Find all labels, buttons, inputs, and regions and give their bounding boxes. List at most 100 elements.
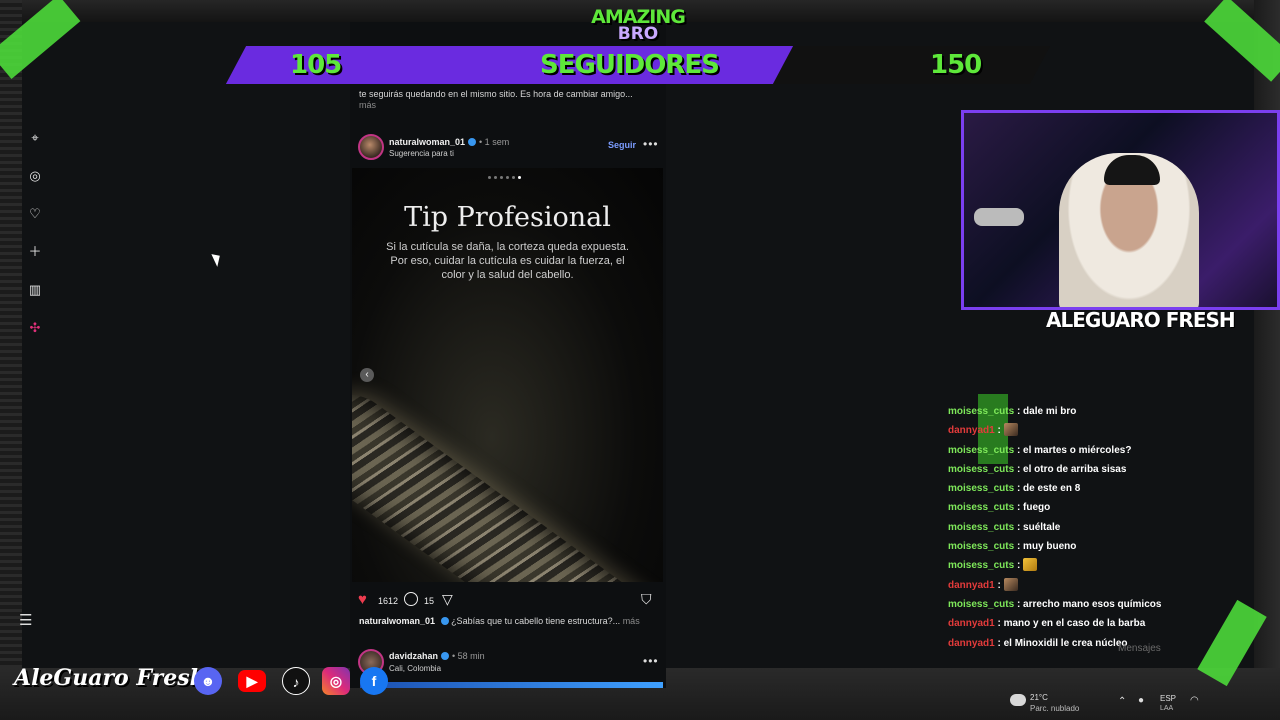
- image-title: Tip Profesional: [404, 202, 611, 233]
- verified-icon: [440, 617, 449, 625]
- goal-label: SEGUIDORES: [540, 50, 720, 80]
- menu-icon[interactable]: ☰: [19, 611, 32, 629]
- save-icon[interactable]: ⛉: [641, 591, 652, 608]
- next-post-header: davidzahan • 58 min Cali, Colombia •••: [358, 649, 658, 675]
- carousel-prev-button[interactable]: ‹: [360, 368, 374, 382]
- comment-count: 15: [424, 596, 435, 606]
- chat-username[interactable]: moisess_cuts: [948, 522, 1014, 533]
- post-options-icon[interactable]: •••: [643, 137, 659, 151]
- chat-username[interactable]: moisess_cuts: [948, 406, 1014, 417]
- overlay-brand-subtitle: BRO: [617, 24, 659, 44]
- chat-input-placeholder[interactable]: Mensajes: [1118, 643, 1161, 654]
- chat-username[interactable]: dannyad1: [948, 580, 995, 591]
- wifi-icon[interactable]: ◠: [1190, 695, 1199, 706]
- chat-text: : el martes o miércoles?: [1016, 444, 1132, 456]
- chat-message: dannyad1 : el Minoxidil le crea núcleo: [948, 634, 1248, 653]
- social-links: AleGuaro Fresh ☻ ▶ ♪ ◎ f: [0, 655, 400, 705]
- chat-text: : suéltale: [1016, 521, 1061, 533]
- caption-username[interactable]: naturalwoman_01: [359, 616, 435, 626]
- chat-text: : muy bueno: [1016, 541, 1077, 553]
- chat-text: : dale mi bro: [1016, 406, 1077, 417]
- weather-temperature[interactable]: 21°C: [1030, 693, 1048, 702]
- carousel-indicator: [488, 176, 521, 179]
- carousel-dot: [500, 176, 503, 179]
- caption-more-link[interactable]: más: [623, 616, 640, 626]
- like-count: 1612: [378, 596, 399, 606]
- chat-username[interactable]: moisess_cuts: [948, 464, 1014, 475]
- chat-message: moisess_cuts : suéltale: [948, 518, 1248, 537]
- chat-username[interactable]: dannyad1: [948, 638, 995, 649]
- cloud-icon[interactable]: [1010, 694, 1026, 706]
- threads-icon[interactable]: ✣: [27, 320, 43, 336]
- goal-target-count: 150: [930, 50, 982, 80]
- microphone-icon[interactable]: ●: [1138, 695, 1144, 706]
- microphone: [974, 208, 1024, 226]
- chat-username[interactable]: moisess_cuts: [948, 502, 1014, 513]
- carousel-dot: [518, 176, 521, 179]
- carousel-dot: [512, 176, 515, 179]
- share-icon[interactable]: ▽: [442, 592, 453, 606]
- post-image[interactable]: Tip Profesional Si la cutícula se daña, …: [352, 168, 663, 582]
- instagram-feed: te seguirás quedando en el mismo sitio. …: [350, 22, 666, 688]
- social-brand-name: AleGuaro Fresh: [14, 665, 206, 691]
- stream-scene: ⌖ ◎ ♡ ＋ ▥ ✣ ☰ te seguirás quedando en el…: [0, 0, 1280, 720]
- suggestion-label: Sugerencia para ti: [389, 149, 454, 158]
- chat-message: moisess_cuts : muy bueno: [948, 537, 1248, 556]
- previous-post-more-link[interactable]: más: [359, 100, 376, 110]
- chat-text: :: [997, 425, 1001, 437]
- avatar[interactable]: [358, 134, 384, 160]
- chat-username[interactable]: dannyad1: [948, 425, 995, 436]
- create-icon[interactable]: ＋: [27, 244, 43, 260]
- post-caption: naturalwoman_01 ¿Sabías que tu cabello t…: [359, 616, 640, 626]
- next-post-username[interactable]: davidzahan • 58 min: [389, 651, 485, 661]
- chat-username[interactable]: moisess_cuts: [948, 599, 1014, 610]
- chat-message: dannyad1 : mano y en el caso de la barba: [948, 614, 1248, 633]
- chat-username[interactable]: moisess_cuts: [948, 445, 1014, 456]
- discord-icon: ☻: [194, 667, 222, 695]
- compass-icon[interactable]: ◎: [27, 168, 43, 184]
- chat-username[interactable]: moisess_cuts: [948, 560, 1014, 571]
- input-language[interactable]: ESP: [1160, 694, 1176, 703]
- input-language-variant[interactable]: LAA: [1160, 705, 1173, 712]
- carousel-dot: [494, 176, 497, 179]
- carousel-dot: [506, 176, 509, 179]
- heart-notification-icon[interactable]: ♡: [27, 206, 43, 222]
- carousel-dot: [488, 176, 491, 179]
- mouse-cursor-icon: [211, 251, 224, 267]
- follow-button[interactable]: Seguir: [608, 140, 636, 150]
- chat-message: moisess_cuts : el otro de arriba sisas: [948, 460, 1248, 479]
- chat-username[interactable]: dannyad1: [948, 618, 995, 629]
- verified-icon: [441, 652, 450, 660]
- post-options-icon[interactable]: •••: [643, 654, 659, 668]
- chat-emote-icon: [1003, 423, 1018, 437]
- dashboard-icon[interactable]: ▥: [27, 282, 43, 298]
- instagram-nav-rail: ⌖ ◎ ♡ ＋ ▥ ✣: [22, 130, 48, 336]
- weather-condition[interactable]: Parc. nublado: [1030, 704, 1079, 713]
- youtube-icon: ▶: [238, 670, 266, 692]
- post-header: naturalwoman_01 • 1 sem Sugerencia para t…: [358, 132, 658, 162]
- chat-message: dannyad1 :: [948, 421, 1248, 440]
- chat-username[interactable]: moisess_cuts: [948, 541, 1014, 552]
- chat-message: moisess_cuts : de este en 8: [948, 479, 1248, 498]
- chevron-up-icon[interactable]: ⌃: [1118, 696, 1126, 707]
- chat-text: : de este en 8: [1016, 483, 1081, 495]
- comment-icon[interactable]: [404, 592, 418, 606]
- chat-text: :: [997, 579, 1001, 591]
- chat-username[interactable]: moisess_cuts: [948, 483, 1014, 494]
- chat-message: moisess_cuts : fuego: [948, 498, 1248, 517]
- hair-strand-illustration: [352, 376, 663, 582]
- chat-text: : fuego: [1016, 502, 1051, 514]
- post-username[interactable]: naturalwoman_01 • 1 sem: [389, 137, 509, 147]
- chat-text: : el otro de arriba sisas: [1016, 463, 1127, 475]
- instagram-icon: ◎: [322, 667, 350, 695]
- verified-icon: [468, 138, 477, 146]
- chat-emote-icon: [1023, 558, 1038, 572]
- bookmark-icon[interactable]: ⌖: [27, 130, 43, 146]
- facebook-icon: f: [360, 667, 388, 695]
- like-icon[interactable]: ♥: [358, 592, 367, 608]
- windows-taskbar: 21°C Parc. nublado ⌃ ● ESP LAA ◠: [1000, 690, 1280, 720]
- chat-text: : arrecho mano esos químicos: [1016, 598, 1162, 610]
- next-post-image[interactable]: [360, 682, 663, 688]
- webcam-feed: [961, 110, 1280, 310]
- goal-current-count: 105: [290, 50, 342, 80]
